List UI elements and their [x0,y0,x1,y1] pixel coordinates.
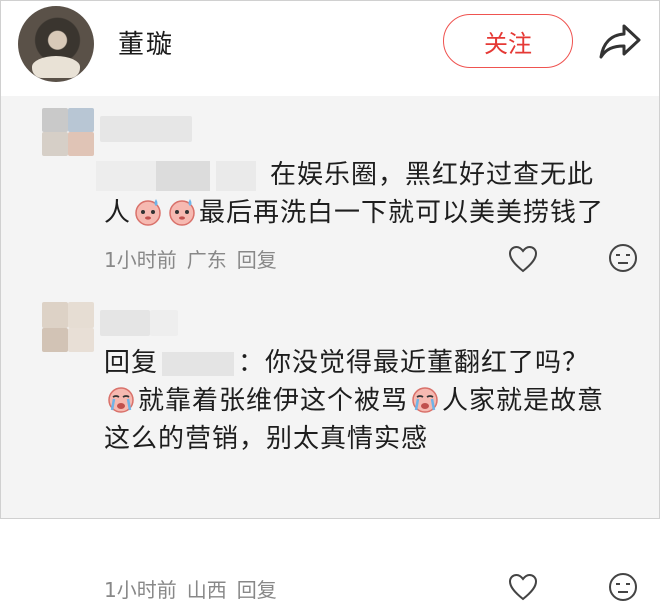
reply-button[interactable]: 回复 [237,574,277,603]
dislike-icon[interactable] [607,571,639,603]
comment-meta: 1小时前 山西 回复 [104,574,277,603]
screenshot-border [0,0,660,519]
comment-time: 1小时前 [104,578,177,602]
like-icon[interactable] [507,572,539,602]
comment-location: 山西 [186,578,227,602]
